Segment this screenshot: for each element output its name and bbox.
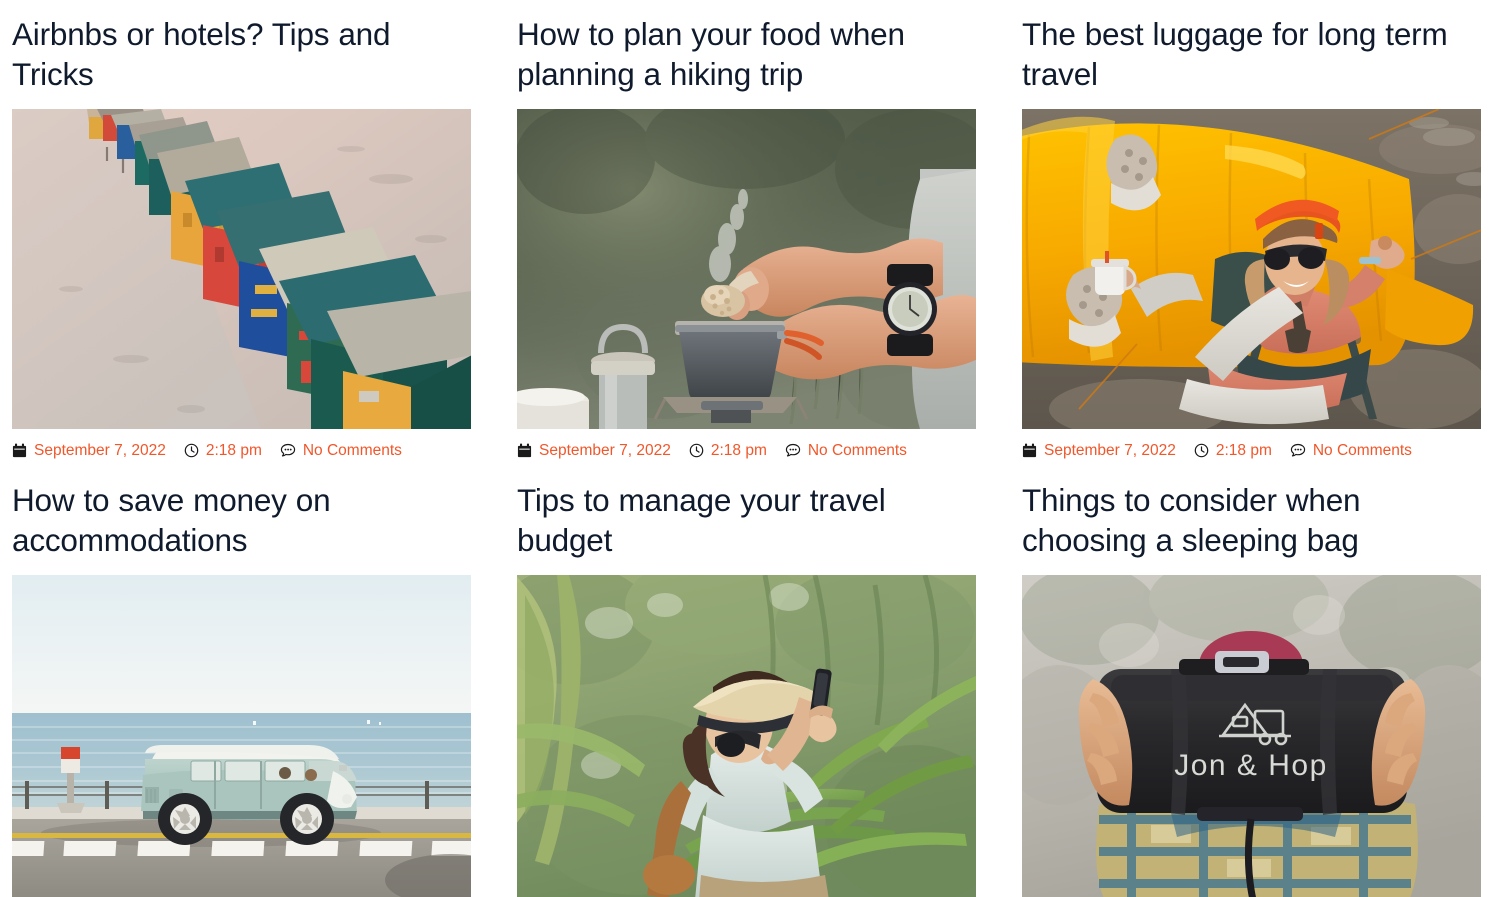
- post-thumbnail[interactable]: [1022, 108, 1481, 429]
- post-card[interactable]: Things to consider when choosing a sleep…: [1022, 460, 1481, 897]
- post-title[interactable]: Tips to manage your travel budget: [517, 480, 976, 561]
- post-thumbnail[interactable]: [517, 575, 976, 897]
- post-comments-label: No Comments: [302, 441, 402, 459]
- post-thumbnail[interactable]: [517, 108, 976, 429]
- post-comments[interactable]: No Comments: [280, 442, 402, 460]
- calendar-icon: [517, 443, 532, 458]
- post-meta: September 7, 2022 2:18 pm No Comments: [12, 442, 471, 460]
- post-date[interactable]: September 7, 2022: [517, 442, 671, 460]
- post-title[interactable]: How to plan your food when planning a hi…: [517, 14, 976, 95]
- post-meta: September 7, 2022 2:18 pm No Comments: [1022, 442, 1481, 460]
- post-title[interactable]: How to save money on accommodations: [12, 480, 471, 561]
- post-comments-label: No Comments: [1312, 441, 1412, 459]
- comment-bubble-icon: [1290, 443, 1306, 458]
- post-thumbnail[interactable]: Jon & Hop: [1022, 575, 1481, 897]
- post-comments[interactable]: No Comments: [785, 442, 907, 460]
- post-time-label: 2:18 pm: [1215, 441, 1272, 459]
- post-grid: Airbnbs or hotels? Tips and Tricks Septe…: [0, 0, 1493, 897]
- post-card[interactable]: Airbnbs or hotels? Tips and Tricks Septe…: [12, 0, 471, 460]
- clock-icon: [184, 443, 199, 458]
- clock-icon: [689, 443, 704, 458]
- post-date-label: September 7, 2022: [539, 441, 671, 459]
- post-thumbnail[interactable]: [12, 575, 471, 897]
- post-card[interactable]: The best luggage for long term travel Se…: [1022, 0, 1481, 460]
- post-time[interactable]: 2:18 pm: [184, 442, 262, 460]
- post-title[interactable]: Airbnbs or hotels? Tips and Tricks: [12, 14, 471, 95]
- post-time-label: 2:18 pm: [205, 441, 262, 459]
- post-date[interactable]: September 7, 2022: [1022, 442, 1176, 460]
- post-comments-label: No Comments: [807, 441, 907, 459]
- post-comments[interactable]: No Comments: [1290, 442, 1412, 460]
- post-thumbnail[interactable]: [12, 108, 471, 429]
- clock-icon: [1194, 443, 1209, 458]
- post-date-label: September 7, 2022: [1044, 441, 1176, 459]
- post-card[interactable]: How to save money on accommodations: [12, 460, 471, 897]
- traveler-foliage-image: [517, 575, 976, 897]
- post-title[interactable]: The best luggage for long term travel: [1022, 14, 1481, 95]
- camp-cooking-image: [517, 108, 976, 429]
- post-date[interactable]: September 7, 2022: [12, 442, 166, 460]
- camper-tent-image: [1022, 108, 1481, 429]
- calendar-icon: [12, 443, 27, 458]
- comment-bubble-icon: [785, 443, 801, 458]
- calendar-icon: [1022, 443, 1037, 458]
- post-card[interactable]: How to plan your food when planning a hi…: [517, 0, 976, 460]
- comment-bubble-icon: [280, 443, 296, 458]
- post-date-label: September 7, 2022: [34, 441, 166, 459]
- svg-text:Jon & Hop: Jon & Hop: [1174, 749, 1328, 782]
- beach-huts-image: [12, 108, 471, 429]
- post-meta: September 7, 2022 2:18 pm No Comments: [517, 442, 976, 460]
- sleeping-bag-image: Jon & Hop: [1022, 575, 1481, 897]
- post-time[interactable]: 2:18 pm: [689, 442, 767, 460]
- post-card[interactable]: Tips to manage your travel budget: [517, 460, 976, 897]
- post-title[interactable]: Things to consider when choosing a sleep…: [1022, 480, 1481, 561]
- vw-bus-beach-image: [12, 575, 471, 897]
- post-time-label: 2:18 pm: [710, 441, 767, 459]
- post-time[interactable]: 2:18 pm: [1194, 442, 1272, 460]
